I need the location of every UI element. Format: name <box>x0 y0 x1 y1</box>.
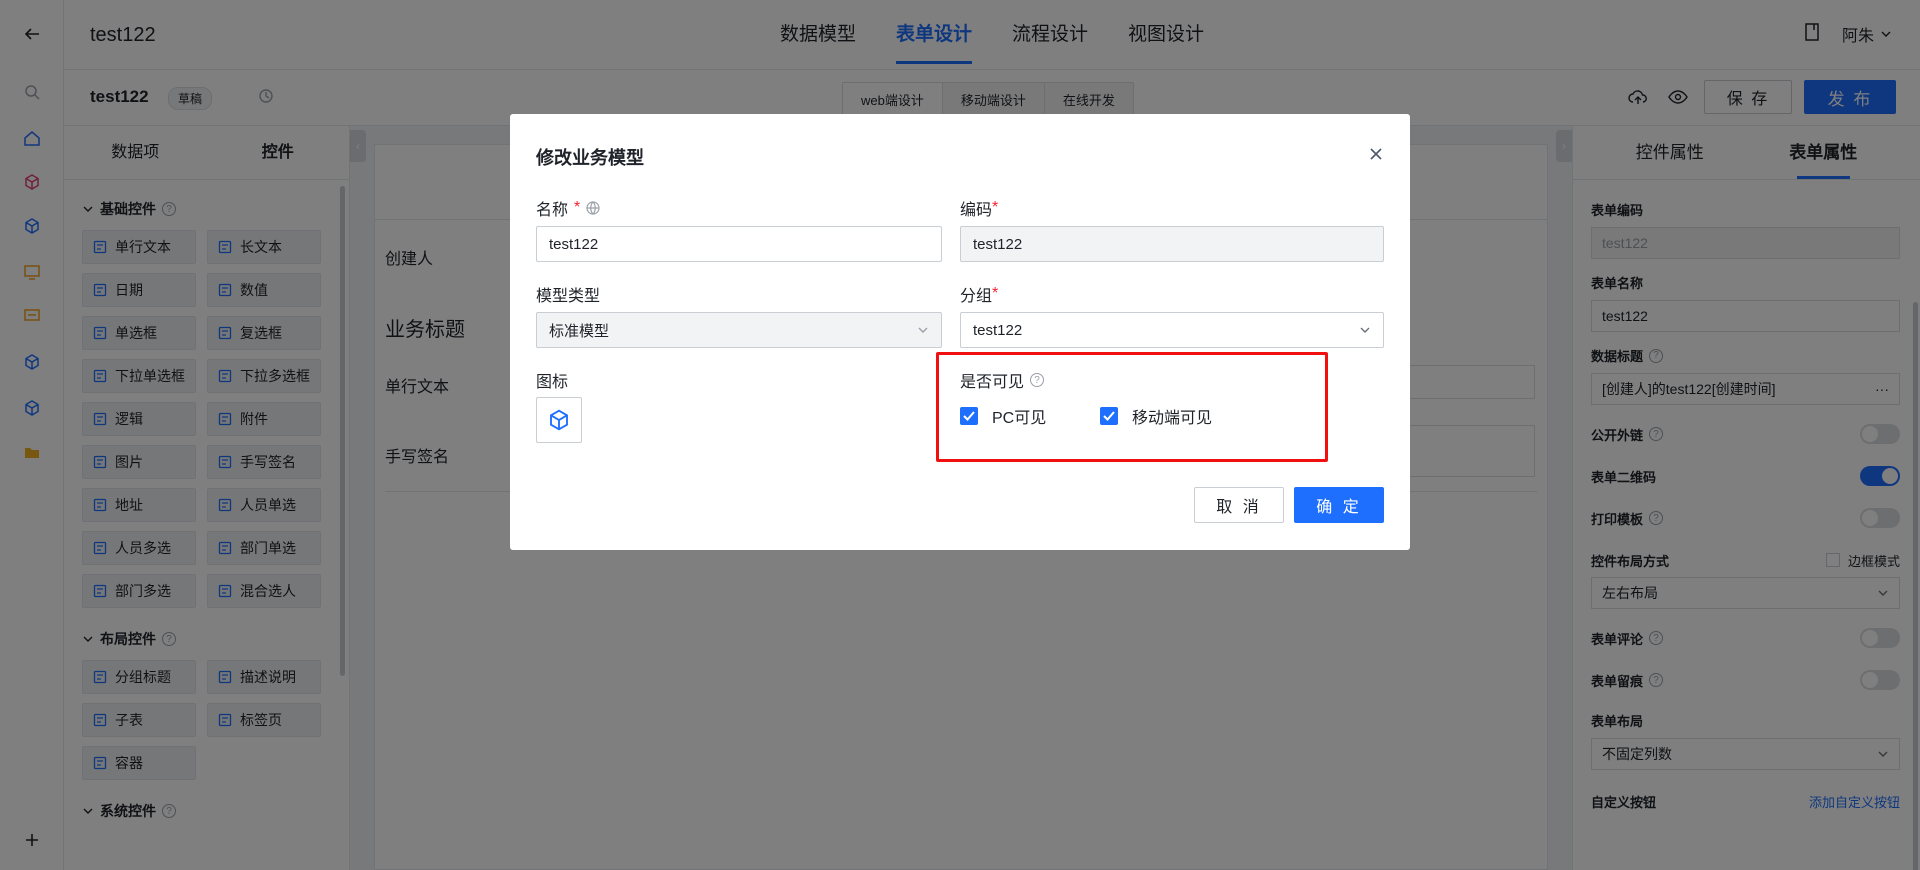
cube-icon <box>550 409 568 431</box>
confirm-button[interactable]: 确 定 <box>1294 487 1384 523</box>
dialog-title: 修改业务模型 <box>536 148 644 168</box>
group-label: 分组 * <box>960 282 998 306</box>
close-icon[interactable] <box>1366 144 1386 164</box>
required-mark: * <box>992 199 999 216</box>
chevron-down-icon <box>1360 327 1370 333</box>
cancel-button[interactable]: 取 消 <box>1194 487 1284 523</box>
required-mark: * <box>992 285 999 302</box>
edit-business-model-dialog: 修改业务模型 名称 * test122 编码 * test122 模型类型 标准模… <box>510 114 1410 550</box>
model-type-select: 标准模型 <box>536 312 942 348</box>
highlight-box <box>936 352 1328 462</box>
group-value: test122 <box>973 321 1023 339</box>
chevron-down-icon <box>918 327 928 333</box>
code-input: test122 <box>960 226 1384 262</box>
name-value: test122 <box>549 235 599 253</box>
icon-label: 图标 <box>536 374 569 391</box>
code-label-text: 编码 <box>960 202 993 219</box>
model-type-value: 标准模型 <box>549 322 610 340</box>
required-mark: * <box>574 199 581 216</box>
group-select[interactable]: test122 <box>960 312 1384 348</box>
model-type-label: 模型类型 <box>536 288 601 305</box>
icon-picker[interactable] <box>536 397 582 443</box>
code-value: test122 <box>973 235 1023 253</box>
name-label: 名称 * <box>536 196 600 220</box>
name-input[interactable]: test122 <box>536 226 942 262</box>
code-label: 编码 * <box>960 196 998 220</box>
globe-icon[interactable] <box>586 201 600 215</box>
group-label-text: 分组 <box>960 288 993 305</box>
name-label-text: 名称 <box>536 202 569 219</box>
